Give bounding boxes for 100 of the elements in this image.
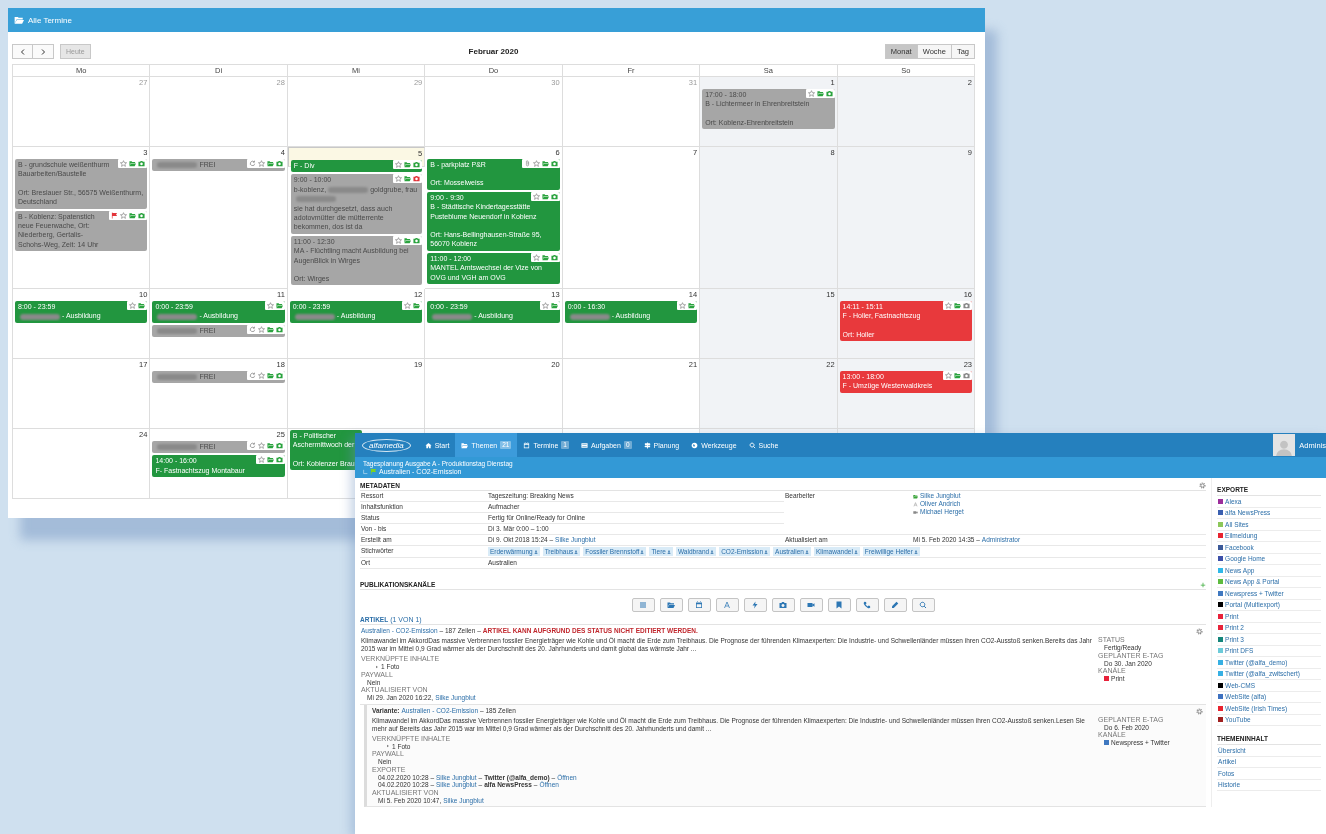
- folder-icon: [461, 441, 469, 449]
- folder-icon[interactable]: [413, 302, 421, 310]
- star-icon[interactable]: [257, 456, 265, 464]
- blurred-text: [328, 186, 369, 193]
- camera-icon[interactable]: [550, 160, 558, 167]
- star-icon[interactable]: [532, 192, 540, 200]
- star-icon[interactable]: [395, 236, 403, 244]
- toolbar-button[interactable]: [771, 598, 795, 612]
- blurred-text: [295, 196, 336, 203]
- chevron-right-icon: [39, 47, 47, 56]
- refresh-icon[interactable]: [248, 325, 256, 333]
- refresh-icon[interactable]: [248, 160, 256, 167]
- camera-icon[interactable]: [138, 160, 146, 167]
- previous-button[interactable]: [12, 44, 33, 59]
- star-icon[interactable]: [129, 302, 137, 310]
- folder-icon[interactable]: [541, 192, 549, 200]
- chevron-left-icon: [18, 47, 27, 56]
- folder-icon[interactable]: [541, 160, 549, 167]
- camera-icon[interactable]: [413, 236, 421, 244]
- home-icon: [424, 441, 432, 449]
- folder-icon[interactable]: [275, 302, 283, 310]
- star-icon[interactable]: [120, 160, 128, 167]
- settings-icon[interactable]: [1196, 707, 1204, 715]
- folder-icon[interactable]: [541, 253, 549, 261]
- star-icon[interactable]: [266, 302, 274, 310]
- folder-icon[interactable]: [129, 160, 137, 167]
- user-icon: [710, 549, 715, 554]
- camera-icon[interactable]: [413, 161, 421, 168]
- folder-icon[interactable]: [816, 90, 824, 97]
- bookmark-icon: [835, 601, 844, 609]
- star-icon[interactable]: [532, 160, 540, 167]
- toolbar-button[interactable]: [631, 598, 655, 612]
- camera-icon[interactable]: [275, 160, 283, 167]
- folder-icon[interactable]: [954, 372, 961, 380]
- camera-icon[interactable]: [275, 372, 283, 380]
- star-icon[interactable]: [807, 90, 815, 97]
- window-title: Alle Termine: [28, 15, 72, 25]
- folder-icon[interactable]: [266, 372, 274, 380]
- star-icon[interactable]: [395, 161, 403, 168]
- toolbar-button[interactable]: [659, 598, 683, 612]
- settings-icon[interactable]: [1199, 482, 1207, 489]
- folder-icon[interactable]: [266, 325, 274, 333]
- camera-icon[interactable]: [138, 211, 146, 219]
- camera-icon[interactable]: [275, 325, 283, 333]
- folder-icon[interactable]: [266, 456, 274, 464]
- toolbar-button[interactable]: [687, 598, 711, 612]
- star-icon[interactable]: [945, 372, 952, 380]
- flag-icon: [370, 468, 377, 475]
- folder-icon[interactable]: [138, 302, 146, 310]
- folder-icon[interactable]: [954, 302, 961, 310]
- toolbar-button[interactable]: [911, 598, 935, 612]
- blurred-text: [569, 313, 610, 320]
- star-icon[interactable]: [404, 302, 412, 310]
- star-icon[interactable]: [395, 175, 403, 183]
- star-icon[interactable]: [541, 302, 549, 310]
- star-icon[interactable]: [257, 442, 265, 450]
- refresh-icon[interactable]: [248, 442, 256, 450]
- toolbar-button[interactable]: [743, 598, 767, 612]
- settings-icon[interactable]: [1196, 628, 1204, 635]
- star-icon[interactable]: [257, 372, 265, 380]
- folder-icon[interactable]: [266, 442, 274, 450]
- tasks-icon: [580, 441, 588, 449]
- star-icon[interactable]: [257, 160, 265, 167]
- folder-icon[interactable]: [129, 211, 137, 219]
- camera-icon[interactable]: [275, 442, 283, 450]
- user-icon: [913, 549, 918, 554]
- camera-icon[interactable]: [963, 372, 970, 380]
- camera-icon[interactable]: [963, 302, 970, 310]
- toolbar-button[interactable]: [715, 598, 739, 612]
- camera-icon[interactable]: [550, 192, 558, 200]
- star-icon[interactable]: [679, 302, 687, 310]
- camera-icon[interactable]: [825, 90, 833, 97]
- toolbar-button[interactable]: [883, 598, 907, 612]
- toolbar-button[interactable]: [799, 598, 823, 612]
- folder-icon[interactable]: [266, 160, 274, 167]
- user-icon: [574, 549, 579, 554]
- star-icon[interactable]: [945, 302, 952, 310]
- flag-icon[interactable]: [111, 211, 119, 219]
- folder-icon[interactable]: [404, 236, 412, 244]
- paperclip-icon[interactable]: [523, 160, 531, 167]
- camera-icon[interactable]: [275, 456, 283, 464]
- star-icon[interactable]: [257, 325, 265, 333]
- folder-icon[interactable]: [550, 302, 558, 310]
- toolbar-button[interactable]: [827, 598, 851, 612]
- signpost-icon: [643, 441, 651, 449]
- toolbar-button[interactable]: [855, 598, 879, 612]
- next-button[interactable]: [33, 44, 54, 59]
- camera-icon[interactable]: [413, 175, 421, 183]
- folder-icon[interactable]: [404, 161, 412, 168]
- folder-icon[interactable]: [688, 302, 696, 310]
- camera-icon[interactable]: [550, 253, 558, 261]
- blurred-text: [157, 444, 198, 451]
- star-icon[interactable]: [120, 211, 128, 219]
- star-icon[interactable]: [532, 253, 540, 261]
- globe-icon: [691, 441, 699, 449]
- user-icon: [764, 549, 769, 554]
- refresh-icon[interactable]: [248, 372, 256, 380]
- avatar[interactable]: [1273, 434, 1296, 456]
- blurred-text: [157, 374, 198, 381]
- folder-icon[interactable]: [404, 175, 412, 183]
